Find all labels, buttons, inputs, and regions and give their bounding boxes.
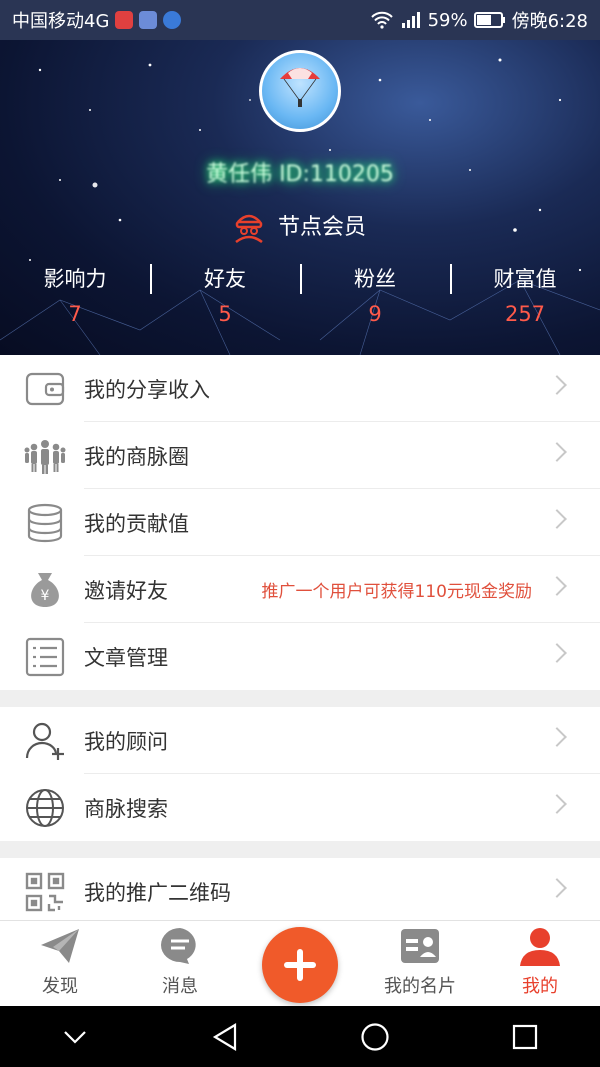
chevron-right-icon (547, 375, 567, 395)
carrier-label: 中国移动4G (12, 11, 110, 32)
nav-home-button[interactable] (300, 1022, 450, 1052)
stat-value: 7 (68, 302, 82, 326)
svg-text:¥: ¥ (41, 588, 50, 604)
tab-messages[interactable]: 消息 (120, 921, 240, 1006)
stat-friends[interactable]: 好友 5 (150, 262, 300, 332)
back-triangle-icon (212, 1022, 237, 1051)
stat-label: 粉丝 (354, 267, 396, 291)
stat-label: 好友 (204, 267, 246, 291)
menu-item-share-income[interactable]: 我的分享收入 (0, 355, 600, 422)
menu-item-label: 邀请好友 (84, 578, 168, 603)
add-user-icon (24, 720, 66, 762)
menu-item-contribution[interactable]: 我的贡献值 (0, 489, 600, 556)
recents-square-icon (512, 1024, 538, 1049)
node-member-icon (235, 214, 263, 244)
news-app-icon (115, 11, 134, 29)
translate-icon (163, 11, 182, 29)
chevron-right-icon (547, 643, 567, 663)
menu-item-label: 我的贡献值 (84, 511, 189, 536)
chevron-right-icon (547, 878, 567, 898)
chevron-right-icon (547, 727, 567, 747)
stat-fans[interactable]: 粉丝 9 (300, 262, 450, 332)
tab-label: 我的名片 (384, 976, 456, 997)
wallet-icon (24, 368, 66, 410)
member-badge[interactable]: 节点会员 (230, 206, 366, 244)
money-bag-icon: ¥ (24, 569, 66, 611)
system-nav-bar (0, 1006, 600, 1067)
app-icon (139, 11, 158, 29)
menu-list: 我的分享收入 我的商脉圈 我的贡献值 ¥ 邀请好友 推广一个用户可获得110元现… (0, 355, 600, 925)
stats-row: 影响力 7 好友 5 粉丝 9 财富值 257 (0, 262, 600, 332)
people-icon (24, 435, 66, 477)
home-circle-icon (361, 1022, 389, 1051)
tab-my-card[interactable]: 我的名片 (360, 921, 480, 1006)
contact-card-icon (398, 924, 442, 968)
section-divider (0, 690, 600, 707)
tab-label: 消息 (162, 976, 198, 997)
menu-item-qr-code[interactable]: 我的推广二维码 (0, 858, 600, 925)
stat-value: 5 (218, 302, 232, 326)
clock: 傍晚6:28 (511, 11, 588, 32)
stat-influence[interactable]: 影响力 7 (0, 262, 150, 332)
tab-discover[interactable]: 发现 (0, 921, 120, 1006)
username: 黄任伟 ID:110205 (206, 162, 394, 187)
tab-me[interactable]: 我的 (480, 921, 600, 1006)
member-level: 节点会员 (278, 215, 367, 240)
list-icon (24, 636, 66, 678)
nav-recents-button[interactable] (450, 1023, 600, 1051)
menu-item-invite-friends[interactable]: ¥ 邀请好友 推广一个用户可获得110元现金奖励 (0, 556, 600, 623)
chevron-down-icon (64, 1030, 86, 1044)
menu-item-label: 我的分享收入 (84, 377, 210, 402)
user-icon (518, 924, 562, 968)
menu-item-business-circle[interactable]: 我的商脉圈 (0, 422, 600, 489)
menu-item-advisor[interactable]: 我的顾问 (0, 707, 600, 774)
chevron-right-icon (547, 794, 567, 814)
menu-item-label: 我的推广二维码 (84, 880, 231, 905)
database-icon (24, 502, 66, 544)
signal-icon (401, 12, 420, 28)
invite-promo-text: 推广一个用户可获得110元现金奖励 (261, 582, 532, 602)
chevron-right-icon (547, 576, 567, 596)
tab-label: 我的 (522, 976, 558, 997)
stat-label: 财富值 (493, 267, 557, 291)
menu-item-business-search[interactable]: 商脉搜索 (0, 774, 600, 841)
status-bar: 中国移动4G 59% 傍晚6:28 (0, 0, 600, 40)
stat-value: 257 (504, 302, 546, 326)
chevron-right-icon (547, 442, 567, 462)
stat-wealth[interactable]: 财富值 257 (450, 262, 600, 332)
nav-back-button[interactable] (150, 1022, 300, 1052)
tab-label: 发现 (42, 976, 78, 997)
battery-percent: 59% (427, 9, 468, 31)
paper-plane-icon (38, 924, 82, 968)
stat-label: 影响力 (43, 267, 107, 291)
chevron-right-icon (547, 509, 567, 529)
menu-item-label: 商脉搜索 (84, 796, 168, 821)
plus-icon (284, 949, 316, 981)
wifi-icon (370, 11, 393, 29)
stat-value: 9 (368, 302, 382, 326)
qr-code-icon (24, 871, 66, 913)
avatar[interactable] (259, 50, 341, 132)
menu-item-label: 我的顾问 (84, 729, 168, 754)
profile-header: 黄任伟 ID:110205 节点会员 影响力 7 好友 5 粉丝 9 财富值 2… (0, 40, 600, 355)
section-divider (0, 841, 600, 858)
menu-item-article-management[interactable]: 文章管理 (0, 623, 600, 690)
menu-item-label: 文章管理 (84, 645, 168, 670)
nav-collapse-button[interactable] (0, 1029, 150, 1045)
menu-item-label: 我的商脉圈 (84, 444, 189, 469)
add-button[interactable] (262, 927, 338, 1003)
globe-icon (24, 787, 66, 829)
battery-icon (473, 12, 505, 28)
message-bubble-icon (158, 924, 202, 968)
